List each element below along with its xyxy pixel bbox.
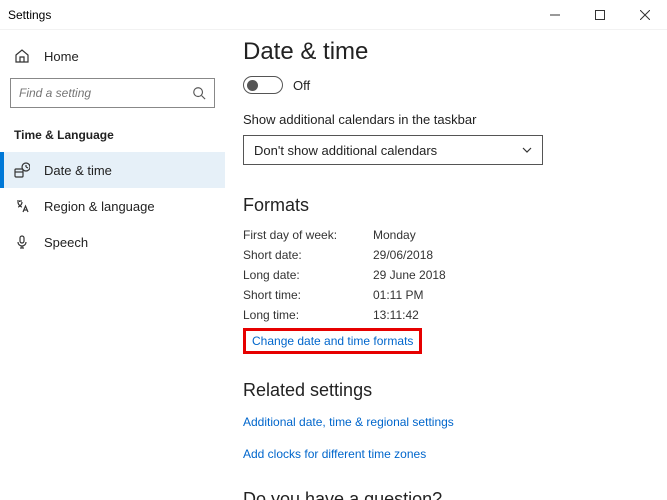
related-link-clocks[interactable]: Add clocks for different time zones: [243, 447, 426, 461]
home-icon: [14, 48, 30, 64]
nav-region-language[interactable]: Region & language: [0, 188, 225, 224]
close-button[interactable]: [622, 0, 667, 30]
format-key: Long time:: [243, 308, 373, 322]
format-key: Short date:: [243, 248, 373, 262]
format-val: Monday: [373, 228, 416, 242]
search-field[interactable]: [19, 86, 192, 100]
calendars-label: Show additional calendars in the taskbar: [243, 112, 637, 127]
maximize-button[interactable]: [577, 0, 622, 30]
set-time-toggle[interactable]: [243, 76, 283, 94]
speech-icon: [14, 234, 30, 250]
section-heading: Time & Language: [0, 122, 225, 152]
format-val: 01:11 PM: [373, 288, 423, 302]
sidebar: Home Time & Language Date & time Region …: [0, 30, 225, 500]
titlebar: Settings: [0, 0, 667, 30]
toggle-state-label: Off: [293, 78, 310, 93]
calendars-value: Don't show additional calendars: [254, 143, 437, 158]
nav-label: Date & time: [44, 163, 112, 178]
format-row: First day of week:Monday: [243, 228, 637, 242]
format-val: 29/06/2018: [373, 248, 433, 262]
nav-label: Region & language: [44, 199, 155, 214]
formats-heading: Formats: [243, 195, 637, 216]
language-icon: [14, 198, 30, 214]
format-key: First day of week:: [243, 228, 373, 242]
related-link-regional[interactable]: Additional date, time & regional setting…: [243, 415, 454, 429]
home-nav[interactable]: Home: [0, 40, 225, 72]
nav-speech[interactable]: Speech: [0, 224, 225, 260]
chevron-down-icon: [522, 145, 532, 155]
toggle-row: Off: [243, 76, 637, 94]
nav-label: Speech: [44, 235, 88, 250]
page-title: Date & time: [243, 38, 637, 66]
format-key: Long date:: [243, 268, 373, 282]
calendars-select[interactable]: Don't show additional calendars: [243, 135, 543, 165]
format-row: Long date:29 June 2018: [243, 268, 637, 282]
format-row: Long time:13:11:42: [243, 308, 637, 322]
clock-icon: [14, 162, 30, 178]
format-row: Short date:29/06/2018: [243, 248, 637, 262]
main-content: Date & time Off Show additional calendar…: [225, 30, 667, 500]
window-title: Settings: [8, 8, 532, 22]
home-label: Home: [44, 49, 79, 64]
search-icon: [192, 86, 206, 100]
minimize-button[interactable]: [532, 0, 577, 30]
question-heading: Do you have a question?: [243, 489, 637, 500]
change-formats-link[interactable]: Change date and time formats: [243, 328, 422, 354]
related-heading: Related settings: [243, 380, 637, 401]
nav-date-time[interactable]: Date & time: [0, 152, 225, 188]
format-val: 29 June 2018: [373, 268, 446, 282]
format-row: Short time:01:11 PM: [243, 288, 637, 302]
search-input[interactable]: [10, 78, 215, 108]
format-val: 13:11:42: [373, 308, 419, 322]
format-key: Short time:: [243, 288, 373, 302]
